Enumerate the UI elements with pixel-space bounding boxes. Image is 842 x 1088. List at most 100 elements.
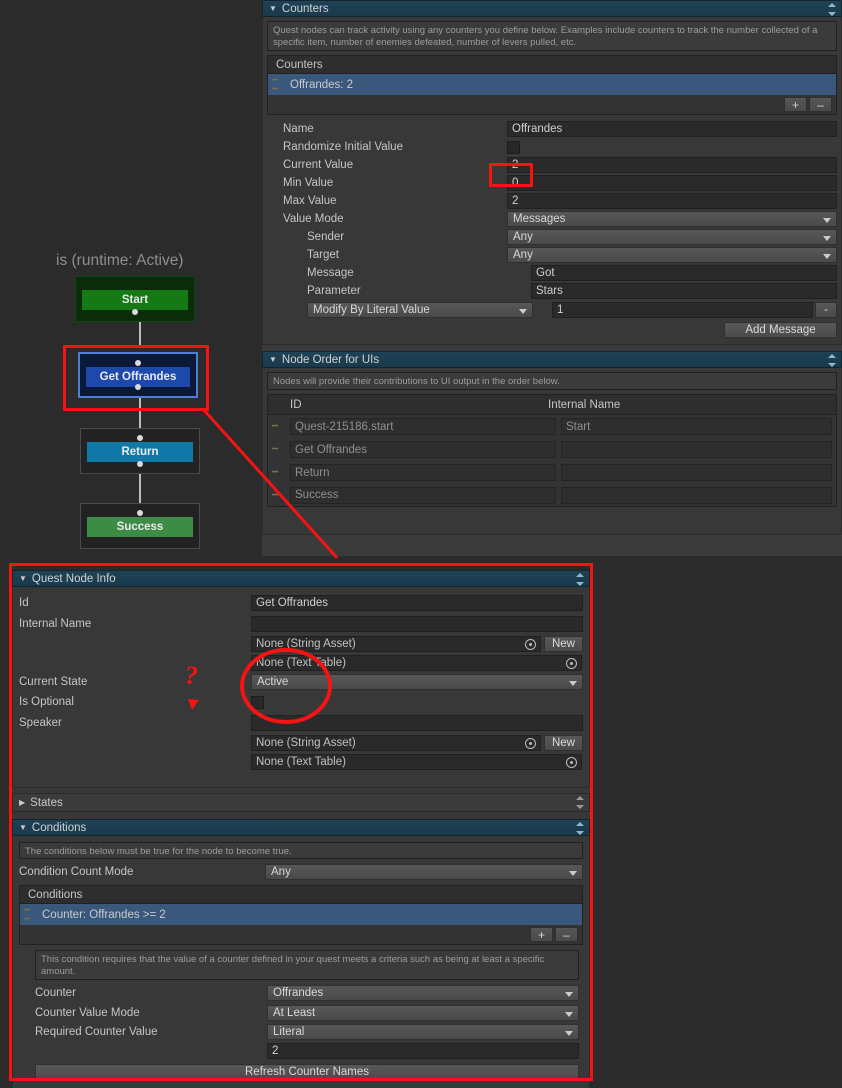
quest-node-graph[interactable]: is (runtime: Active) Start Get Offrandes… (0, 0, 262, 556)
node-id-input[interactable]: Get Offrandes (251, 595, 583, 611)
row-id-2[interactable]: Return (290, 464, 556, 481)
counters-list-toolbar: + – (267, 95, 837, 115)
row-internal-name-2[interactable] (561, 464, 832, 481)
table-row[interactable]: ━ Return (267, 461, 837, 484)
input-port[interactable] (137, 435, 143, 441)
counters-help-text: Quest nodes can track activity using any… (267, 21, 837, 51)
input-port[interactable] (135, 360, 141, 366)
quest-node-info-foldout-header[interactable]: ▼ Quest Node Info (12, 570, 590, 587)
drag-handle-icon[interactable]: ━ ━ (24, 905, 38, 924)
input-port[interactable] (137, 510, 143, 516)
drag-handle-icon[interactable]: ━ ━ (272, 75, 286, 94)
counter-name-input[interactable]: Offrandes (507, 121, 837, 137)
row-id-1[interactable]: Get Offrandes (290, 441, 556, 458)
row-id-0[interactable]: Quest-215186.start (290, 418, 556, 435)
row-internal-name-3[interactable] (561, 486, 832, 504)
counter-randomize-row: Randomize Initial Value (283, 138, 837, 156)
drag-handle-icon[interactable]: ━ (272, 468, 286, 478)
table-row[interactable]: ━ Success (267, 484, 837, 507)
counter-select-label: Counter (35, 986, 76, 999)
row-id-3[interactable]: Success (290, 486, 556, 504)
current-state-dropdown[interactable]: Active (251, 674, 583, 690)
node-order-help-text: Nodes will provide their contributions t… (267, 372, 837, 390)
speaker-input[interactable] (251, 714, 583, 731)
message-text-input[interactable]: Got (531, 265, 837, 281)
graph-node-start[interactable]: Start (75, 276, 195, 322)
chevron-down-icon (569, 871, 577, 876)
row-internal-name-1[interactable] (561, 441, 832, 458)
drag-handle-icon[interactable]: ━ (272, 445, 286, 455)
message-modify-mode-dropdown[interactable]: Modify By Literal Value (307, 302, 533, 318)
add-counter-button[interactable]: + (784, 97, 807, 112)
drag-handle-icon[interactable]: ━ (272, 490, 286, 500)
counter-randomize-checkbox[interactable] (507, 140, 520, 154)
object-picker-icon[interactable] (566, 756, 577, 768)
conditions-help-text: The conditions below must be true for th… (19, 842, 583, 859)
remove-condition-button[interactable]: – (555, 927, 578, 942)
object-picker-icon[interactable] (566, 657, 577, 669)
chevron-down-icon (823, 218, 831, 223)
node-text-table-field-1[interactable]: None (Text Table) (251, 654, 582, 671)
node-string-asset-field-2[interactable]: None (String Asset) (251, 734, 541, 751)
message-modify-amount-input[interactable]: 1 (552, 302, 813, 318)
graph-node-return[interactable]: Return (80, 428, 200, 474)
output-port[interactable] (135, 384, 141, 390)
add-message-button[interactable]: Add Message (724, 321, 837, 338)
remove-message-button[interactable]: - (815, 302, 837, 318)
required-counter-value-input[interactable]: 2 (267, 1042, 579, 1059)
is-optional-label: Is Optional (19, 696, 74, 708)
is-optional-checkbox[interactable] (251, 695, 264, 709)
counters-foldout-header[interactable]: ▼ Counters (262, 0, 842, 17)
object-picker-icon[interactable] (525, 638, 536, 650)
counter-min-row: Min Value 0 (283, 174, 837, 192)
condition-count-mode-dropdown[interactable]: Any (265, 864, 583, 880)
drag-handle-icon[interactable]: ━ (272, 422, 286, 432)
node-order-foldout-header[interactable]: ▼ Node Order for UIs (262, 351, 842, 368)
message-sender-dropdown[interactable]: Any (507, 229, 837, 245)
node-string-asset-field-1[interactable]: None (String Asset) (251, 635, 541, 652)
node-text-table-field-2[interactable]: None (Text Table) (251, 753, 582, 770)
required-counter-value-mode-dropdown[interactable]: Literal (267, 1023, 579, 1040)
conditions-foldout-header[interactable]: ▼ Conditions (12, 819, 590, 836)
graph-node-return-label: Return (87, 442, 193, 462)
current-state-label: Current State (19, 676, 88, 688)
new-string-asset-button-2[interactable]: New (544, 734, 583, 751)
condition-count-mode-value: Any (271, 866, 291, 878)
conditions-list-item-label: Counter: Offrandes >= 2 (42, 908, 166, 921)
counter-value-mode-dropdown[interactable]: Messages (507, 211, 837, 227)
graph-node-success[interactable]: Success (80, 503, 200, 549)
add-condition-button[interactable]: + (530, 927, 553, 942)
node-internal-name-input[interactable] (251, 615, 583, 632)
output-port[interactable] (132, 309, 138, 315)
counter-current-value-label: Current Value (283, 159, 354, 171)
message-parameter-input[interactable]: Stars (531, 283, 837, 299)
counter-select-dropdown[interactable]: Offrandes (267, 984, 579, 1001)
counter-value-mode-select-dropdown[interactable]: At Least (267, 1004, 579, 1021)
states-foldout-header[interactable]: ▶ States (12, 793, 590, 812)
conditions-title: Conditions (31, 821, 87, 834)
message-target-dropdown[interactable]: Any (507, 247, 837, 263)
chevron-down-icon: ▼ (269, 3, 277, 13)
conditions-list-item[interactable]: ━ ━ Counter: Offrandes >= 2 (19, 904, 583, 925)
row-internal-name-0[interactable]: Start (561, 418, 832, 435)
quest-node-info-title: Quest Node Info (31, 572, 116, 585)
presets-icon[interactable] (825, 3, 836, 16)
counter-name-label: Name (283, 123, 314, 135)
presets-icon[interactable] (573, 796, 584, 809)
table-row[interactable]: ━ Quest-215186.start Start (267, 415, 837, 438)
counter-min-value-input[interactable]: 0 (507, 175, 837, 191)
presets-icon[interactable] (573, 573, 584, 586)
counters-list-item[interactable]: ━ ━ Offrandes: 2 (267, 74, 837, 95)
counter-max-value-input[interactable]: 2 (507, 193, 837, 209)
presets-icon[interactable] (573, 822, 584, 835)
graph-node-get-offrandes[interactable]: Get Offrandes (78, 352, 198, 398)
object-picker-icon[interactable] (525, 737, 536, 749)
new-string-asset-button-1[interactable]: New (544, 635, 583, 652)
refresh-counter-names-button[interactable]: Refresh Counter Names (35, 1063, 579, 1080)
node-string-asset-row-1: None (String Asset) New (19, 634, 583, 653)
counter-current-value-input[interactable]: 2 (507, 157, 837, 173)
remove-counter-button[interactable]: – (809, 97, 832, 112)
table-row[interactable]: ━ Get Offrandes (267, 438, 837, 461)
output-port[interactable] (137, 461, 143, 467)
presets-icon[interactable] (825, 354, 836, 367)
